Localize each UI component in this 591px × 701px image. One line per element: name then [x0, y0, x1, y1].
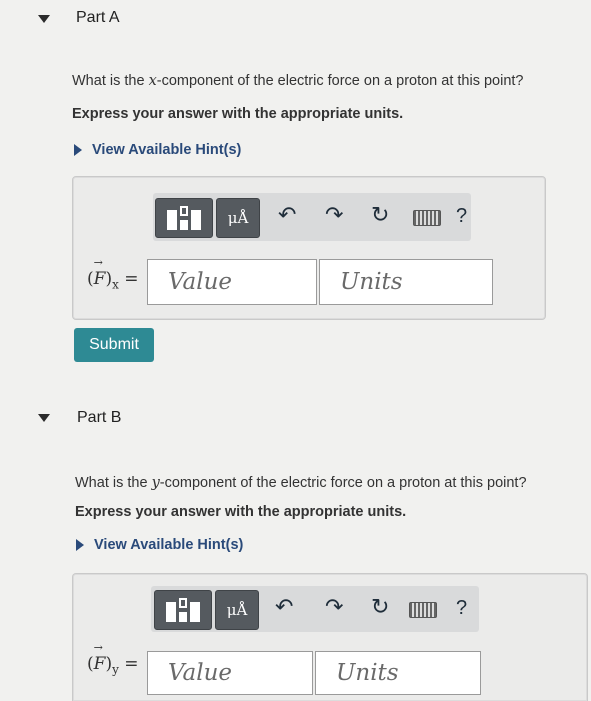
question-variable: x	[148, 73, 157, 89]
undo-icon[interactable]: ↶	[278, 203, 296, 228]
part-a-question: What is the x-component of the electric …	[72, 73, 524, 89]
question-text-pre: What is the	[75, 475, 152, 491]
equals-sign: =	[124, 654, 139, 674]
force-symbol: F	[94, 256, 106, 289]
math-toolbar: μÅ ↶ ↷ ↻ ?	[151, 586, 479, 632]
force-subscript: y	[112, 662, 119, 677]
part-a-instruction: Express your answer with the appropriate…	[72, 106, 404, 122]
part-b-hint-link[interactable]: View Available Hint(s)	[76, 537, 243, 553]
part-a-title[interactable]: Part A	[76, 9, 120, 27]
redo-icon[interactable]: ↷	[325, 203, 343, 228]
part-a-value-input[interactable]: Value	[147, 259, 317, 305]
part-a-submit-button[interactable]: Submit	[74, 328, 154, 362]
question-variable: y	[151, 475, 160, 491]
units-placeholder: Units	[340, 269, 403, 295]
redo-icon[interactable]: ↷	[325, 595, 343, 620]
units-button[interactable]: μÅ	[216, 198, 260, 238]
part-b-instruction: Express your answer with the appropriate…	[75, 504, 407, 520]
units-button[interactable]: μÅ	[215, 590, 259, 630]
part-b-question: What is the y-component of the electric …	[75, 475, 527, 491]
help-icon[interactable]: ?	[456, 597, 467, 620]
expand-triangle-icon	[76, 539, 84, 551]
keyboard-icon[interactable]	[413, 210, 441, 226]
hint-label: View Available Hint(s)	[94, 537, 244, 553]
part-a-units-input[interactable]: Units	[319, 259, 493, 305]
part-b-value-input[interactable]: Value	[147, 651, 313, 695]
force-subscript: x	[112, 277, 119, 292]
templates-button[interactable]	[155, 198, 213, 238]
reset-icon[interactable]: ↻	[371, 203, 389, 228]
units-button-label: μÅ	[226, 601, 248, 619]
help-icon[interactable]: ?	[456, 205, 467, 228]
template-icon	[167, 204, 201, 232]
question-text-post: -component of the electric force on a pr…	[159, 475, 527, 491]
part-a-hint-link[interactable]: View Available Hint(s)	[74, 142, 241, 158]
reset-icon[interactable]: ↻	[371, 595, 389, 620]
equals-sign: =	[124, 269, 139, 289]
question-text-post: -component of the electric force on a pr…	[156, 73, 524, 89]
collapse-part-a-icon[interactable]	[38, 15, 50, 23]
part-b-lhs: (F)y =	[87, 641, 139, 677]
collapse-part-b-icon[interactable]	[38, 414, 50, 422]
part-a-answer-box: μÅ ↶ ↷ ↻ ? (F)x = Value Units	[72, 176, 546, 320]
template-icon	[166, 596, 200, 624]
undo-icon[interactable]: ↶	[275, 595, 293, 620]
part-b-answer-box: μÅ ↶ ↷ ↻ ? (F)y = Value Units	[72, 573, 588, 701]
value-placeholder: Value	[168, 660, 232, 686]
templates-button[interactable]	[154, 590, 212, 630]
expand-triangle-icon	[74, 144, 82, 156]
units-placeholder: Units	[336, 660, 399, 686]
part-a-lhs: (F)x =	[87, 256, 139, 292]
math-toolbar: μÅ ↶ ↷ ↻ ?	[153, 193, 471, 241]
hint-label: View Available Hint(s)	[92, 142, 242, 158]
question-text-pre: What is the	[72, 73, 149, 89]
value-placeholder: Value	[168, 269, 232, 295]
part-b-units-input[interactable]: Units	[315, 651, 481, 695]
part-b-title[interactable]: Part B	[77, 409, 121, 427]
keyboard-icon[interactable]	[409, 602, 437, 618]
force-symbol: F	[94, 641, 106, 674]
units-button-label: μÅ	[227, 209, 249, 227]
